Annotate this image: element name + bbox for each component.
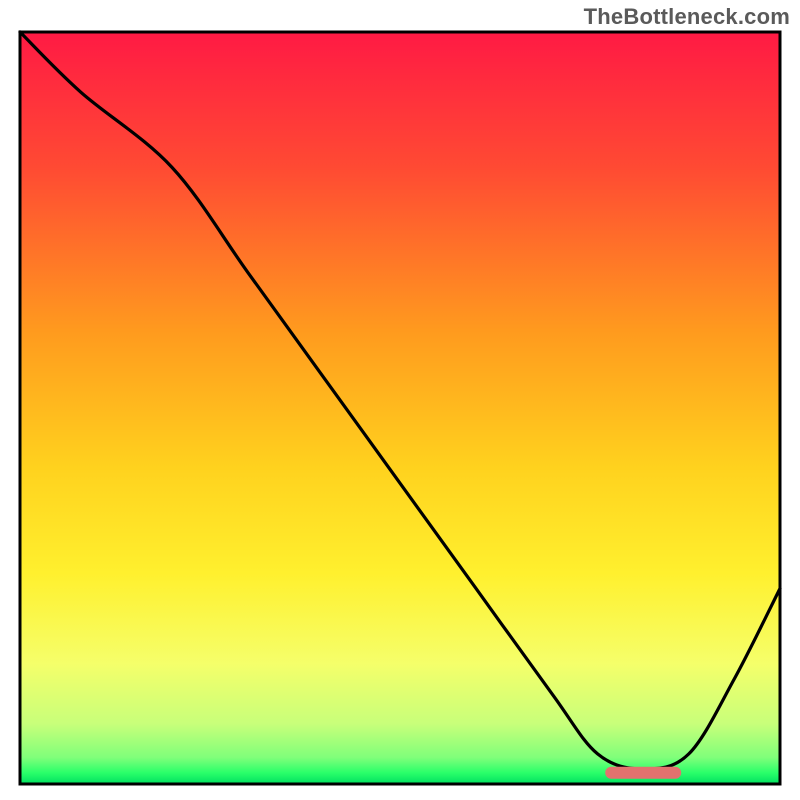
bottleneck-chart [0, 0, 800, 800]
marker-bar [605, 767, 681, 779]
watermark-text: TheBottleneck.com [584, 4, 790, 30]
plot-background [20, 32, 780, 784]
chart-stage: TheBottleneck.com [0, 0, 800, 800]
